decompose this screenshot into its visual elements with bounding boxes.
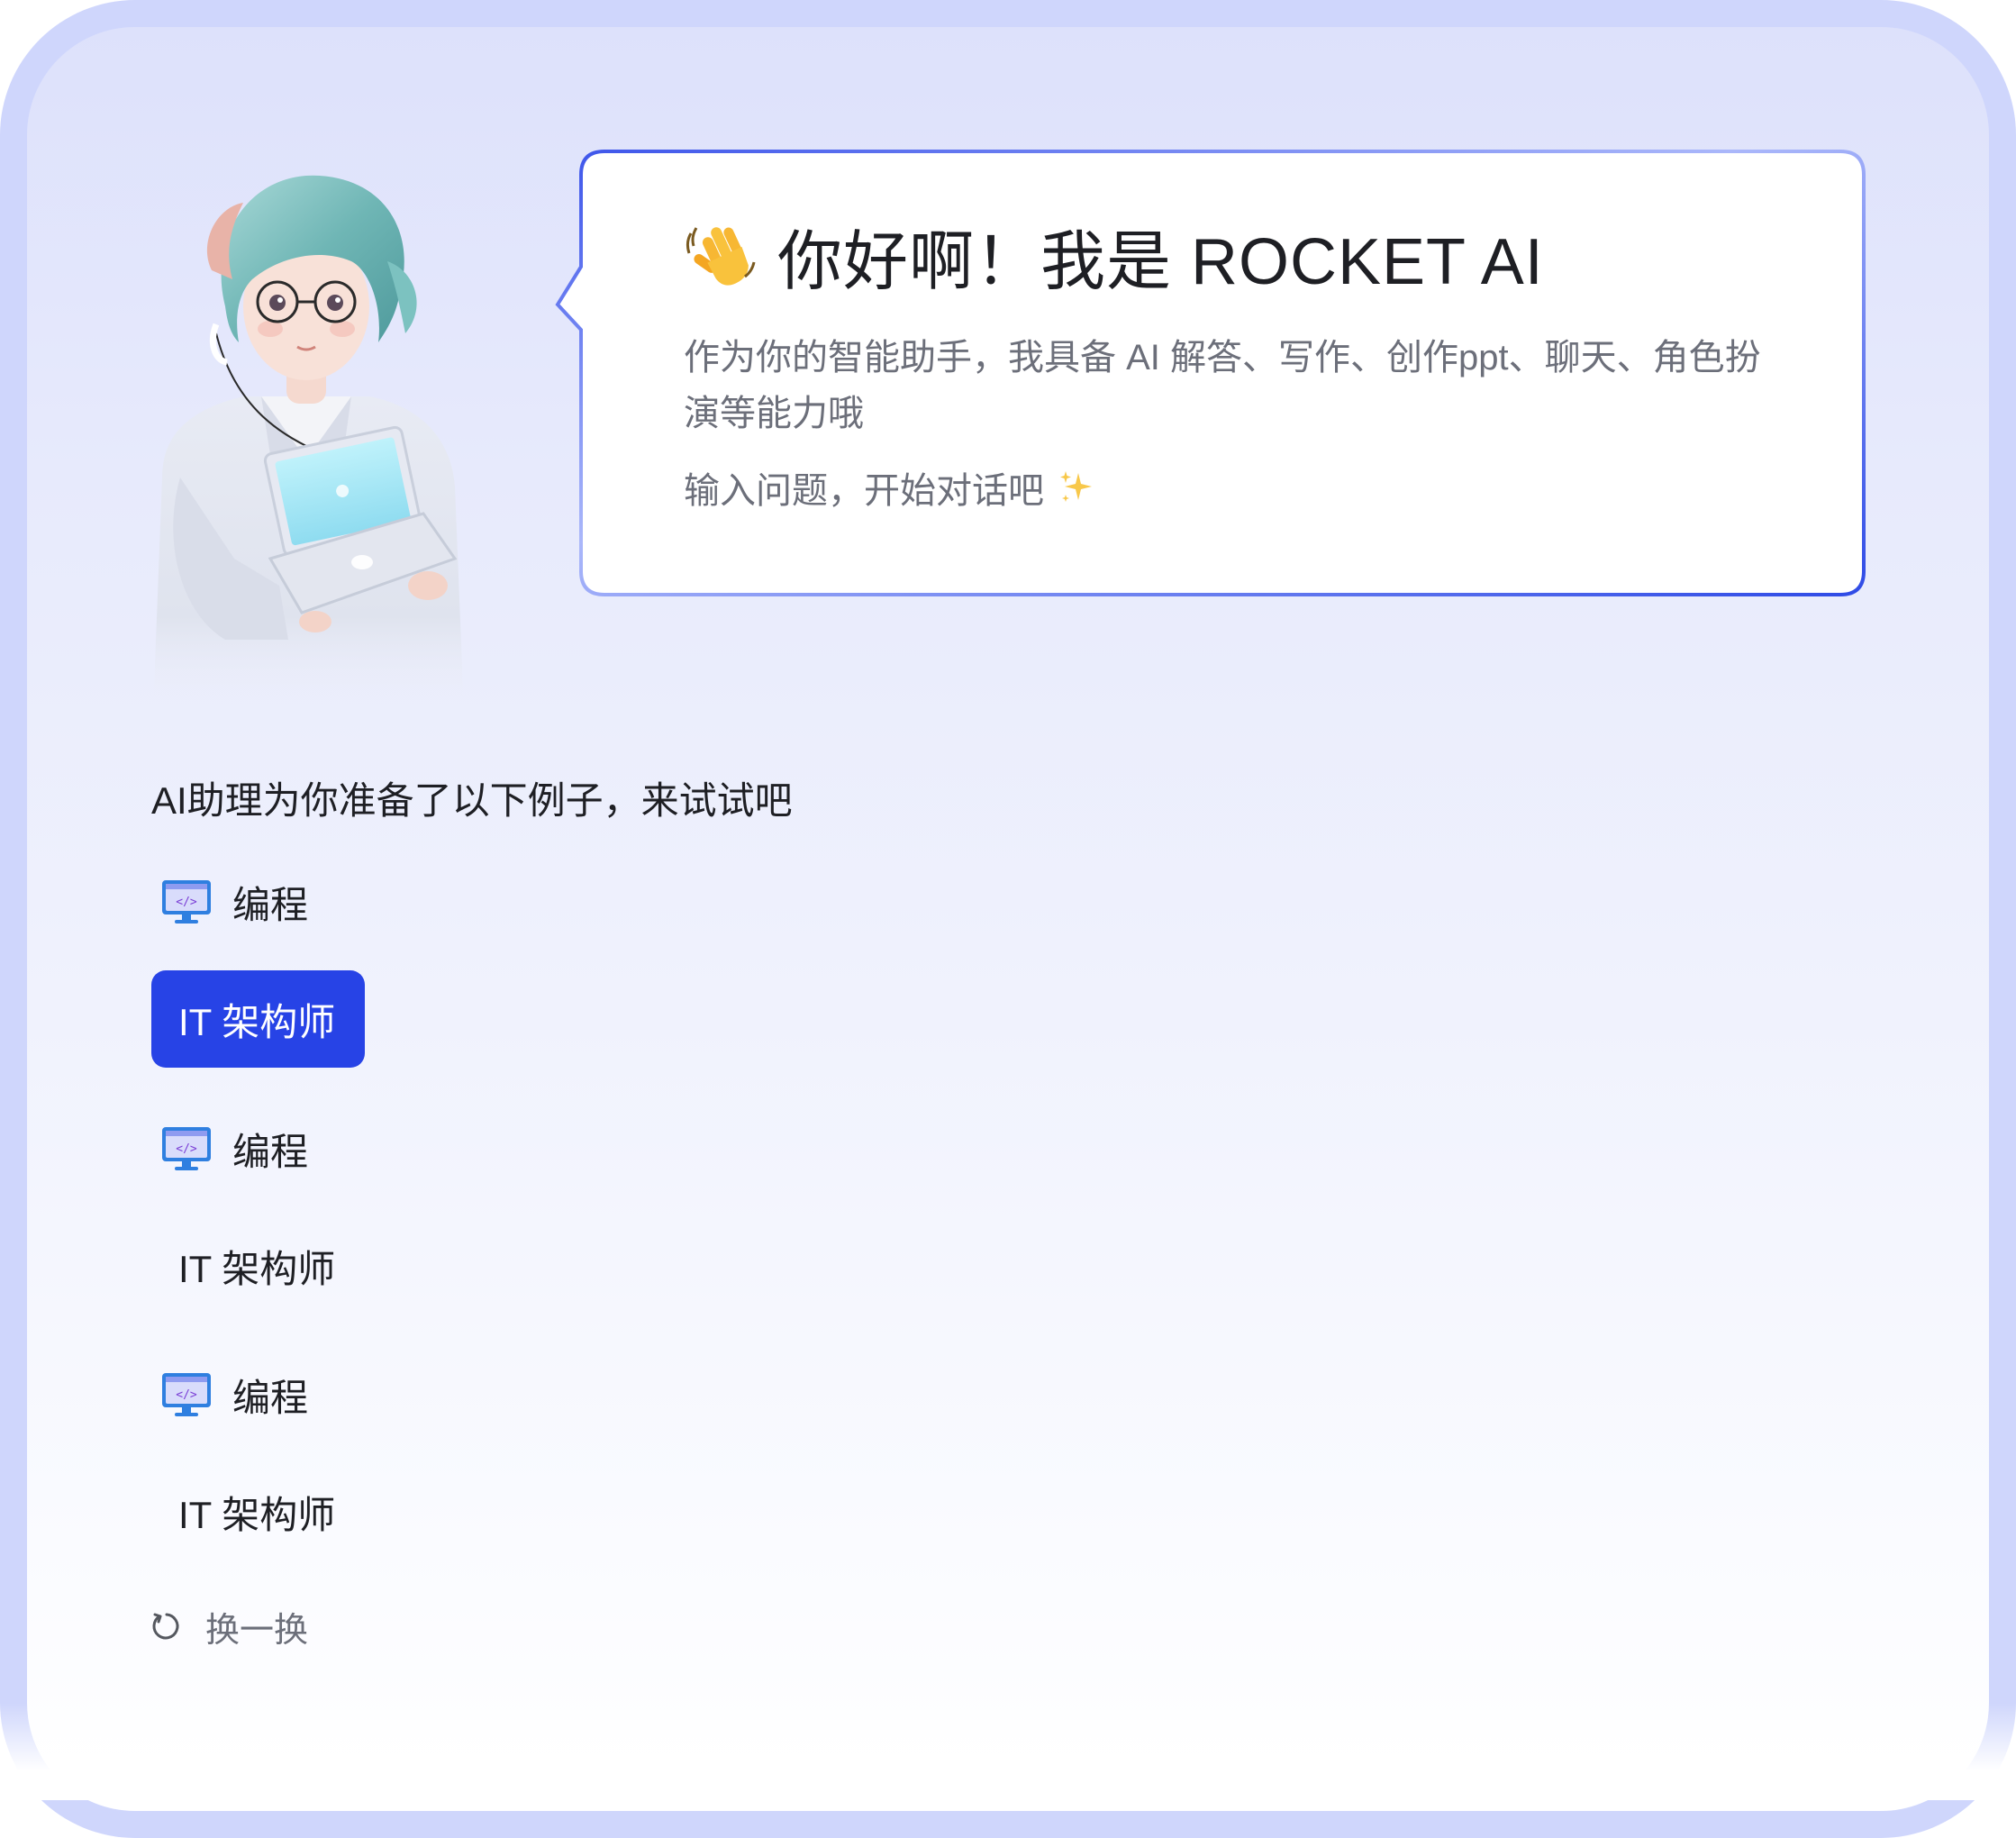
bubble-content: 你好啊！我是 ROCKET AI 作为你的智能助手，我具备 AI 解答、写作、创… [581, 151, 1864, 595]
examples-heading: AI助理为你准备了以下例子，来试试吧 [151, 779, 793, 822]
svg-text:</>: </> [176, 896, 197, 909]
start-prompt: 输入问题，开始对话吧 [684, 461, 1094, 514]
example-item-coding[interactable]: </> 编程 [151, 1100, 335, 1197]
assistant-description: 作为你的智能助手，我具备 AI 解答、写作、创作ppt、聊天、角色扮演等能力哦 [684, 338, 1761, 433]
monitor-code-icon: </> [162, 1127, 211, 1170]
example-item-coding[interactable]: </> 编程 [151, 1346, 335, 1443]
waving-hand-icon [686, 227, 756, 286]
monitor-code-icon: </> [162, 1373, 211, 1416]
refresh-label: 换一换 [205, 1611, 309, 1650]
example-item-it-architect[interactable]: IT 架构师 [151, 1217, 362, 1315]
svg-text:</>: </> [176, 1142, 197, 1156]
refresh-button[interactable]: 换一换 [151, 1604, 309, 1650]
refresh-icon [152, 1613, 179, 1640]
example-item-label: 编程 [232, 1130, 309, 1173]
example-item-coding[interactable]: </> 编程 [151, 853, 335, 951]
sparkles-icon [1060, 471, 1092, 502]
svg-text:</>: </> [176, 1388, 197, 1402]
greeting-title: 你好啊！我是 ROCKET AI [777, 225, 1544, 298]
example-item-label: IT 架构师 [178, 1247, 336, 1290]
assistant-avatar [153, 175, 464, 712]
example-item-label: 编程 [232, 1376, 309, 1419]
example-item-label: IT 架构师 [178, 1000, 336, 1043]
example-item-label: IT 架构师 [178, 1493, 336, 1536]
example-item-it-architect[interactable]: IT 架构师 [151, 1463, 362, 1560]
greeting-bubble: 你好啊！我是 ROCKET AI 作为你的智能助手，我具备 AI 解答、写作、创… [555, 150, 1866, 596]
example-item-label: 编程 [232, 883, 309, 926]
greeting-heading: 你好啊！我是 ROCKET AI [682, 205, 1544, 305]
example-item-it-architect[interactable]: IT 架构师 [151, 970, 365, 1068]
bottom-fade [0, 1703, 2016, 1800]
monitor-code-icon: </> [162, 880, 211, 924]
start-prompt-text: 输入问题，开始对话吧 [684, 471, 1044, 511]
